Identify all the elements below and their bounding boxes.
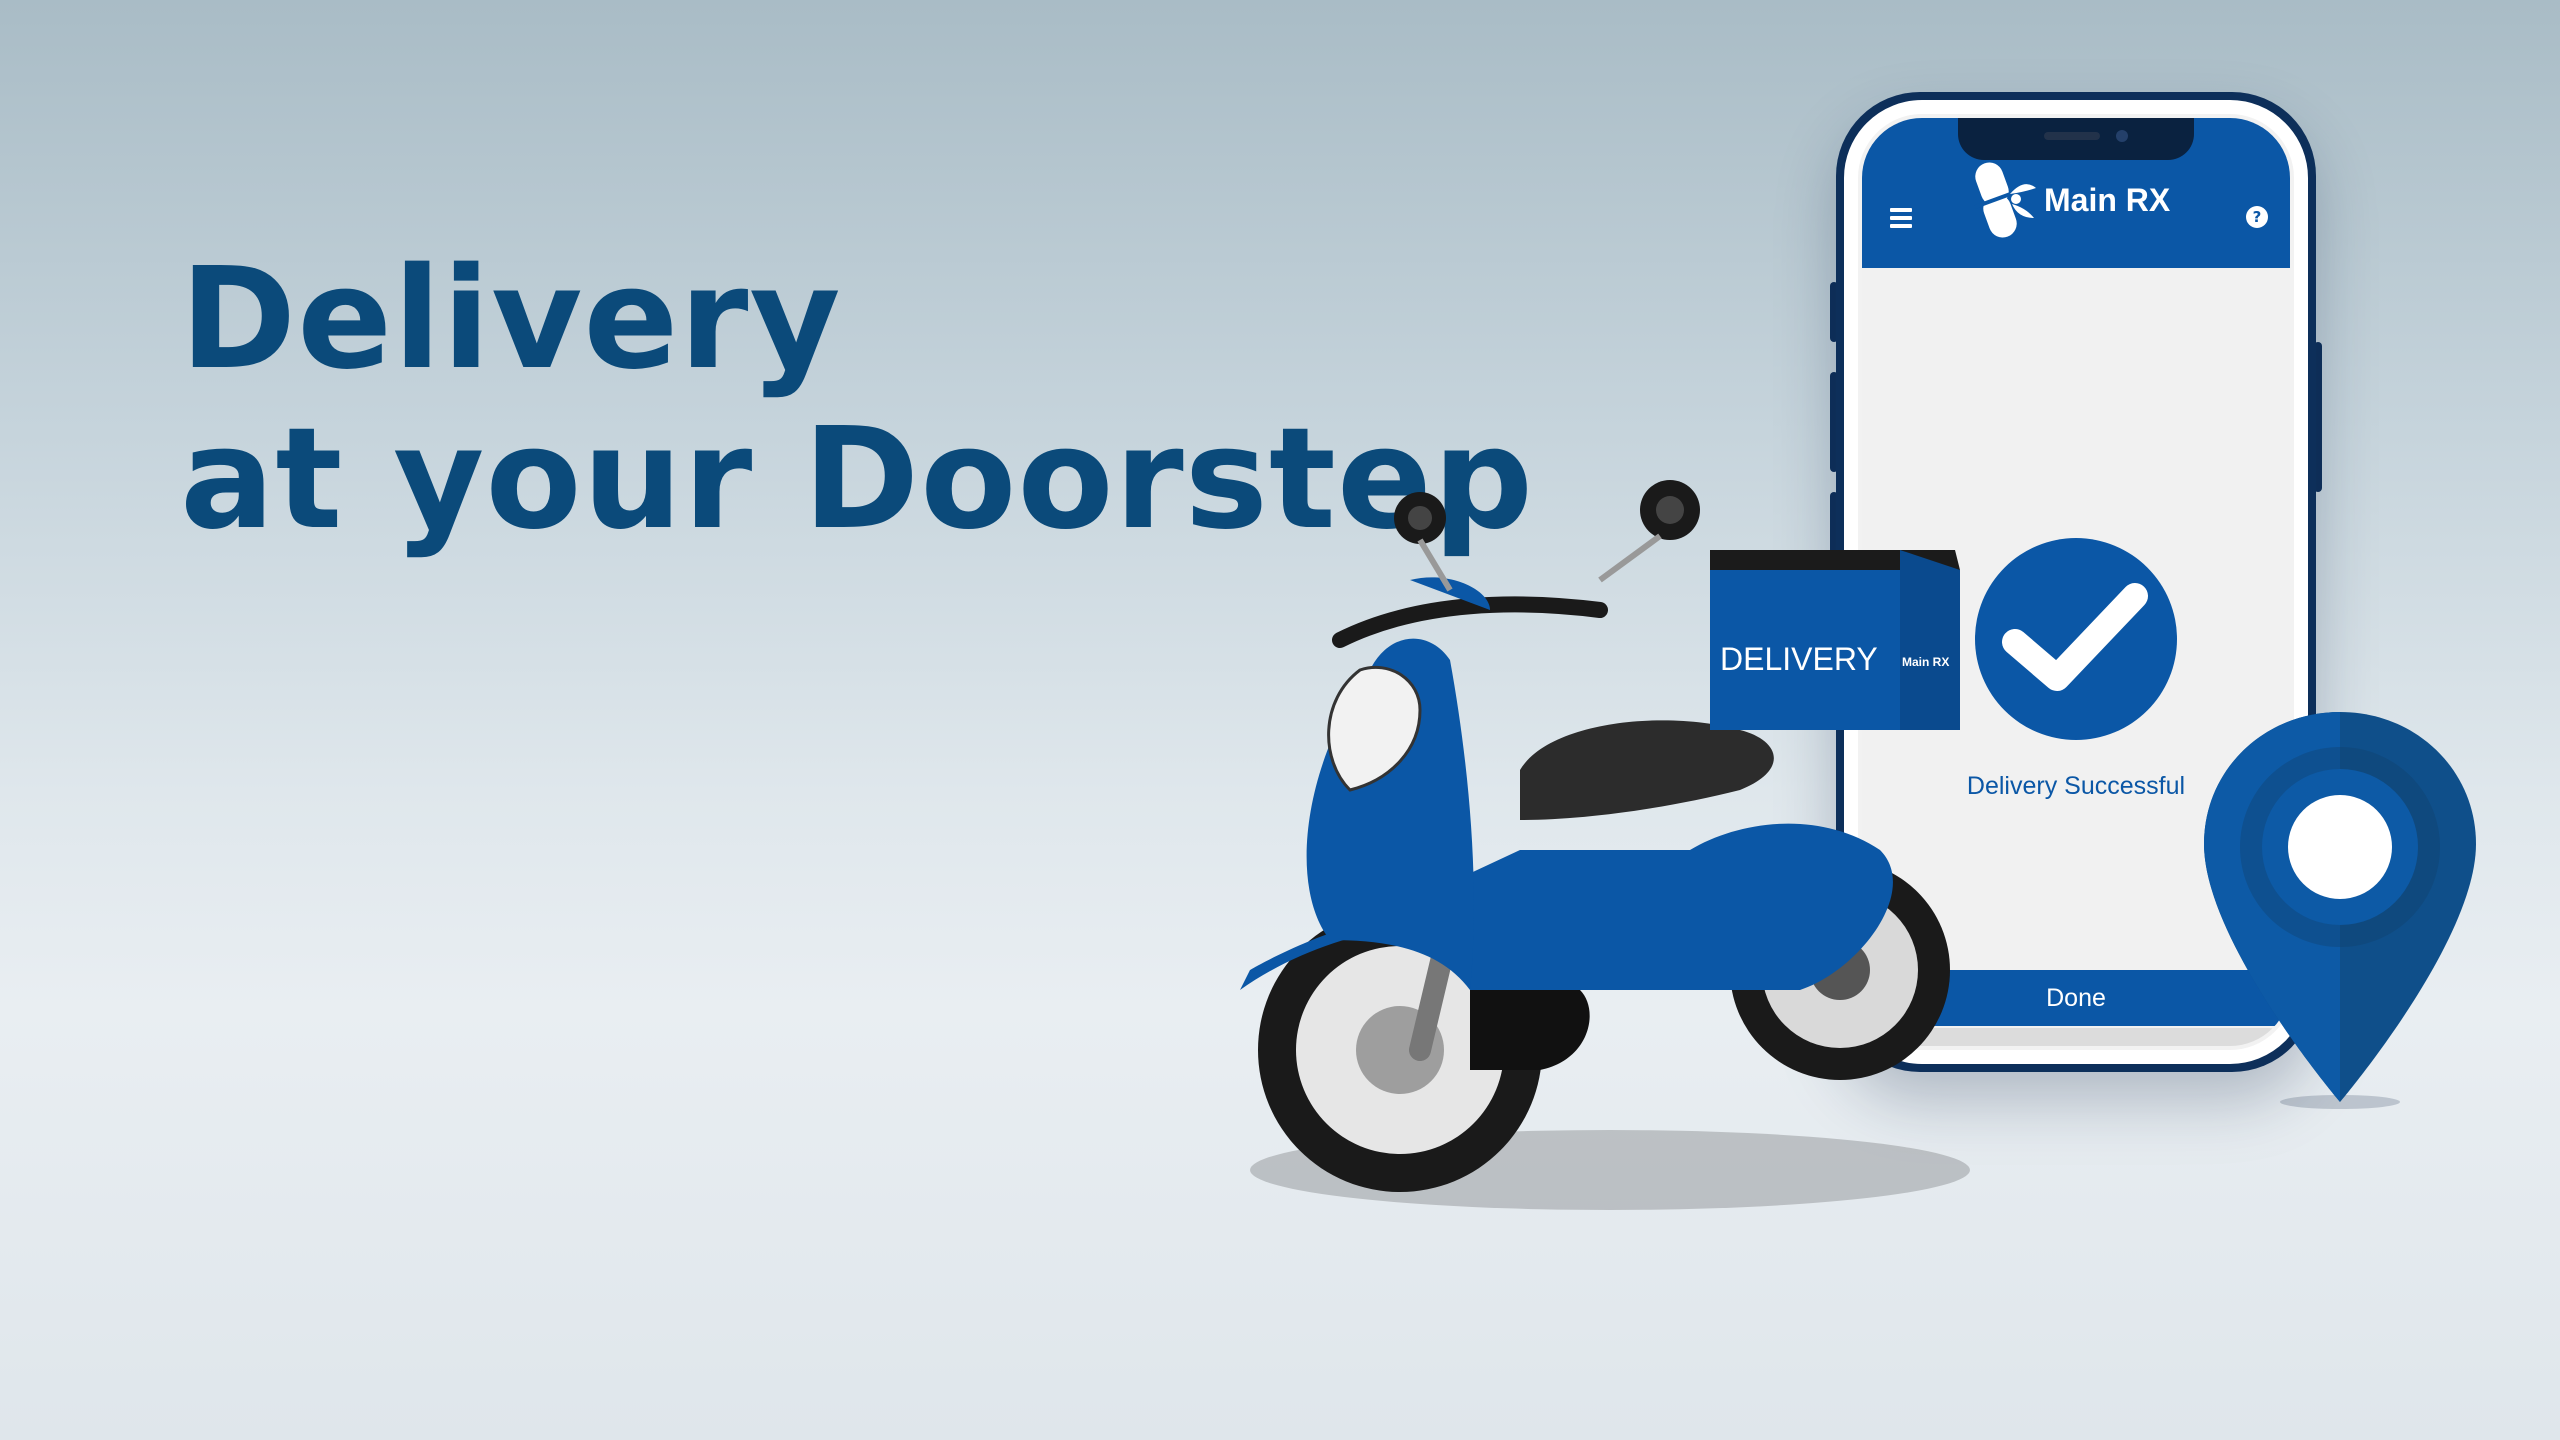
success-badge [1975, 538, 2177, 740]
speaker [2044, 132, 2100, 140]
location-pin-icon [2204, 712, 2476, 1109]
brand-logo: Main RX [1972, 160, 2170, 240]
menu-icon[interactable] [1890, 208, 1912, 228]
help-icon[interactable]: ? [2246, 206, 2268, 228]
pill-logo-icon [1974, 162, 2036, 238]
delivery-box-brand: Main RX [1902, 655, 1949, 669]
phone-notch [1958, 118, 2194, 160]
delivery-scooter-illustration: DELIVERY Main RX [1240, 480, 1970, 1210]
delivery-box-label: DELIVERY [1720, 641, 1878, 677]
front-camera [2116, 130, 2128, 142]
brand-name: Main RX [2044, 181, 2171, 218]
app-header: Main RX ? [1862, 118, 2290, 268]
check-icon [2002, 583, 2148, 691]
headline-line-1: Delivery [180, 238, 842, 401]
delivery-box: DELIVERY Main RX [1710, 550, 1960, 730]
